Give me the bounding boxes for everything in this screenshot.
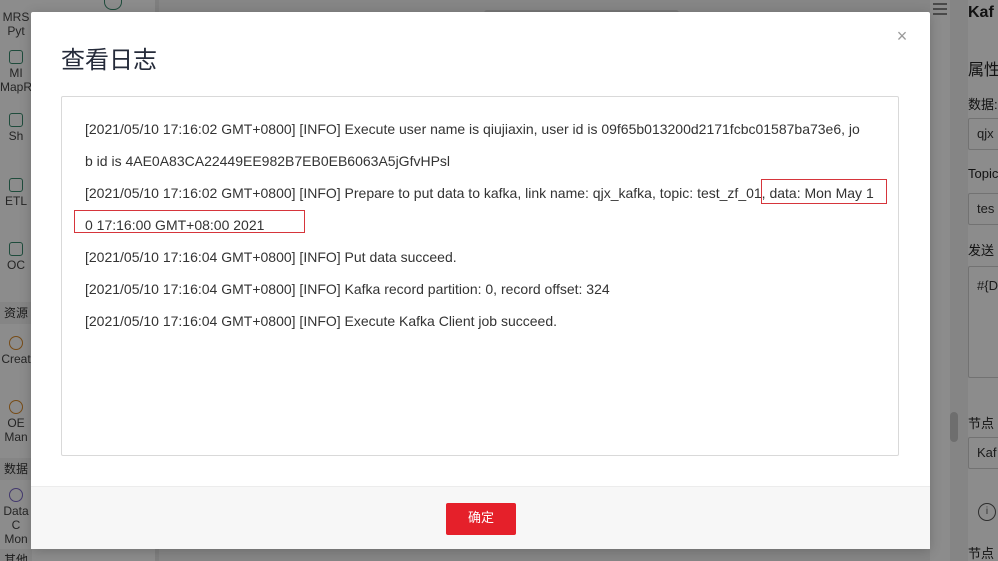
log-line: [2021/05/10 17:16:02 GMT+0800] [INFO] Ex… [85,121,860,137]
close-icon[interactable]: × [894,26,910,46]
log-line: [2021/05/10 17:16:04 GMT+0800] [INFO] Ka… [85,281,610,297]
highlight-box [74,210,305,233]
log-line: [2021/05/10 17:16:04 GMT+0800] [INFO] Pu… [85,249,457,265]
view-log-dialog: 查看日志 × [2021/05/10 17:16:02 GMT+0800] [I… [31,12,930,549]
dialog-title: 查看日志 [61,46,157,74]
highlight-box [761,179,887,204]
log-content-box[interactable]: [2021/05/10 17:16:02 GMT+0800] [INFO] Ex… [61,96,899,456]
log-line: [2021/05/10 17:16:04 GMT+0800] [INFO] Ex… [85,313,558,329]
log-line: [2021/05/10 17:16:02 GMT+0800] [INFO] Pr… [85,185,874,201]
confirm-button[interactable]: 确定 [446,503,516,535]
dialog-footer: 确定 [31,486,930,549]
log-line: b id is 4AE0A83CA22449EE982B7EB0EB6063A5… [85,153,451,169]
